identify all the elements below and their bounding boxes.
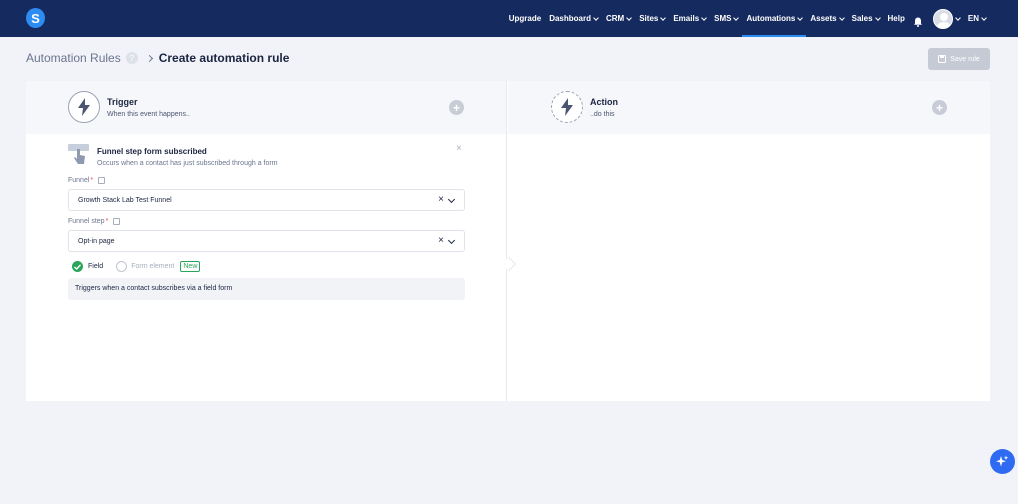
language-selector[interactable]: EN xyxy=(964,0,990,37)
nav-label: SMS xyxy=(714,14,732,23)
action-panel: Action ..do this + xyxy=(508,81,990,401)
trigger-event-description: Occurs when a contact has just subscribe… xyxy=(97,160,278,167)
close-icon[interactable]: × xyxy=(456,143,462,154)
chevron-down-icon xyxy=(955,14,961,21)
lightning-icon xyxy=(551,91,583,123)
add-action-icon[interactable]: + xyxy=(932,100,947,115)
help-icon[interactable]: ? xyxy=(125,52,138,64)
trigger-panel: Trigger When this event happens.. + Funn… xyxy=(26,81,507,401)
nav-crm[interactable]: CRM xyxy=(602,0,635,37)
external-link-icon[interactable] xyxy=(98,177,106,184)
nav-sales[interactable]: Sales xyxy=(848,0,884,37)
form-element-radio-label[interactable]: Form element xyxy=(131,263,174,270)
breadcrumb: Automation Rules ? Create automation rul… xyxy=(26,51,289,65)
trigger-type-radio-group: Field Form element New xyxy=(68,261,201,272)
nav-dashboard[interactable]: Dashboard xyxy=(545,0,602,37)
save-rule-label: Save rule xyxy=(950,55,980,63)
ai-assistant-button[interactable] xyxy=(990,449,1015,474)
trigger-event-title: Funnel step form subscribed xyxy=(97,147,207,156)
required-mark: * xyxy=(90,177,94,184)
required-mark: * xyxy=(105,218,109,225)
action-subtitle: ..do this xyxy=(590,111,615,118)
funnel-select[interactable]: Growth Stack Lab Test Funnel × xyxy=(68,189,465,211)
nav-automations[interactable]: Automations xyxy=(742,0,807,37)
app-logo[interactable]: S xyxy=(26,8,45,28)
automation-rule-editor: Trigger When this event happens.. + Funn… xyxy=(26,81,990,401)
nav-label: CRM xyxy=(606,14,625,23)
nav-label: Sales xyxy=(851,14,873,23)
field-radio[interactable] xyxy=(72,261,83,272)
user-menu[interactable] xyxy=(929,0,964,37)
chevron-down-icon xyxy=(981,14,987,21)
nav-label: Emails xyxy=(673,14,700,23)
nav-sms[interactable]: SMS xyxy=(710,0,742,37)
chevron-down-icon[interactable] xyxy=(447,195,456,204)
avatar xyxy=(932,8,953,29)
nav-upgrade[interactable]: Upgrade xyxy=(505,0,545,37)
save-rule-button[interactable]: Save rule xyxy=(928,48,990,70)
chevron-down-icon[interactable] xyxy=(447,236,456,245)
chevron-down-icon xyxy=(660,14,667,21)
notifications-bell-icon[interactable] xyxy=(913,14,923,27)
nav-label: Dashboard xyxy=(549,14,591,23)
add-trigger-icon[interactable]: + xyxy=(449,100,464,115)
nav-sites[interactable]: Sites xyxy=(635,0,669,37)
new-badge: New xyxy=(180,261,201,272)
floppy-disk-icon xyxy=(938,55,947,63)
funnel-step-label: Funnel step * xyxy=(68,218,121,225)
chevron-down-icon xyxy=(733,14,740,21)
funnel-step-select-value: Opt-in page xyxy=(78,238,115,245)
funnel-select-value: Growth Stack Lab Test Funnel xyxy=(78,197,172,204)
funnel-step-label-text: Funnel step xyxy=(68,218,105,225)
trigger-subtitle: When this event happens.. xyxy=(107,111,190,118)
sparkle-icon xyxy=(996,455,1009,467)
nav-label: Upgrade xyxy=(508,14,542,23)
breadcrumb-automation-rules[interactable]: Automation Rules xyxy=(26,51,121,65)
nav-help[interactable]: Help xyxy=(884,0,909,37)
chevron-right-icon xyxy=(145,54,153,62)
trigger-info-box: Triggers when a contact subscribes via a… xyxy=(68,278,465,300)
action-title: Action xyxy=(590,97,618,107)
chevron-down-icon xyxy=(874,14,881,21)
clear-icon[interactable]: × xyxy=(438,194,444,205)
nav-label: Sites xyxy=(639,14,659,23)
nav-label: Automations xyxy=(746,14,796,23)
main-nav: Upgrade Dashboard CRM Sites Emails SMS Automat… xyxy=(505,0,990,37)
language-label: EN xyxy=(967,14,979,23)
top-navbar: S Upgrade Dashboard CRM Sites Emails SMS Autom… xyxy=(0,0,1018,37)
chevron-down-icon xyxy=(701,14,707,21)
nav-label: Assets xyxy=(810,14,837,23)
trigger-title: Trigger xyxy=(107,97,138,107)
field-radio-label[interactable]: Field xyxy=(88,263,103,270)
chevron-down-icon xyxy=(593,14,599,21)
form-hand-icon xyxy=(68,144,90,164)
checkmark-icon xyxy=(74,263,81,270)
chevron-down-icon xyxy=(838,14,845,21)
lightning-icon xyxy=(68,91,100,123)
page-title: Create automation rule xyxy=(158,51,290,65)
funnel-step-select[interactable]: Opt-in page × xyxy=(68,230,465,252)
nav-emails[interactable]: Emails xyxy=(669,0,710,37)
nav-assets[interactable]: Assets xyxy=(806,0,847,37)
chevron-down-icon xyxy=(797,14,804,21)
action-header: Action ..do this + xyxy=(508,81,990,134)
external-link-icon[interactable] xyxy=(113,218,121,225)
chevron-down-icon xyxy=(626,14,633,21)
clear-icon[interactable]: × xyxy=(438,235,444,246)
trigger-header: Trigger When this event happens.. + xyxy=(26,81,506,134)
nav-label: Help xyxy=(887,14,905,23)
form-element-radio[interactable] xyxy=(116,261,128,272)
funnel-label: Funnel * xyxy=(68,177,106,184)
funnel-label-text: Funnel xyxy=(68,177,90,184)
